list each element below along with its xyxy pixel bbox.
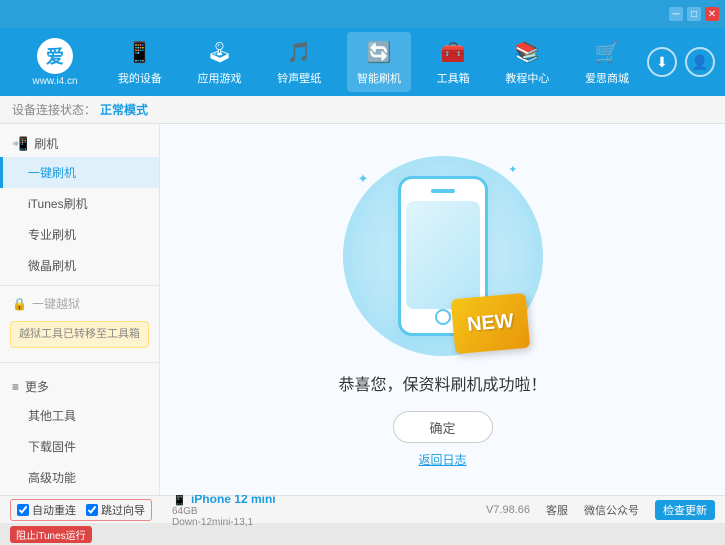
update-button[interactable]: 检查更新	[655, 500, 715, 520]
new-badge: NEW	[450, 293, 530, 354]
sidebar-pro[interactable]: 专业刷机	[0, 219, 159, 250]
logo-area: 爱 www.i4.cn	[10, 38, 100, 87]
sidebar: 📲 刷机 一键刷机 iTunes刷机 专业刷机 微晶刷机 🔒 一键越狱 越狱工具…	[0, 124, 160, 495]
sparkle-icon-2: ✦	[508, 163, 517, 176]
sidebar-itunes[interactable]: iTunes刷机	[0, 188, 159, 219]
service-link[interactable]: 客服	[546, 502, 568, 518]
brush-header: 📲 刷机	[0, 130, 159, 157]
skip-wizard-label: 跳过向导	[101, 502, 145, 518]
nav-ringtones[interactable]: 🎵 铃声壁纸	[267, 32, 331, 92]
apps-icon: 🕹	[206, 38, 234, 66]
toolbox-label: 工具箱	[437, 70, 470, 86]
itunes-status: 阻止iTunes运行	[10, 526, 92, 543]
nav-tutorial[interactable]: 📚 教程中心	[495, 32, 559, 92]
user-button[interactable]: 👤	[685, 47, 715, 77]
nav-items: 📱 我的设备 🕹 应用游戏 🎵 铃声壁纸 🔄 智能刷机 🧰 工具箱 📚 教程中心…	[100, 32, 647, 92]
my-device-icon: 📱	[126, 38, 154, 66]
confirm-button[interactable]: 确定	[393, 411, 493, 443]
new-badge-text: NEW	[466, 310, 514, 337]
bottom-bar: 自动重连 跳过向导 📱 iPhone 12 mini 64GB Down-12m…	[0, 495, 725, 523]
phone-screen	[406, 201, 480, 309]
my-device-label: 我的设备	[118, 70, 162, 86]
lock-icon: 🔒	[12, 297, 27, 311]
tutorial-icon: 📚	[513, 38, 541, 66]
store-label: 爱思商城	[585, 70, 629, 86]
more-header: ≡ 更多	[0, 373, 159, 400]
minimize-button[interactable]: ─	[669, 7, 683, 21]
nav-toolbox[interactable]: 🧰 工具箱	[427, 32, 480, 92]
jailbreak-label: 一键越狱	[32, 295, 80, 312]
sidebar-jailbreak: 🔒 一键越狱	[0, 290, 159, 317]
sidebar-note: 越狱工具已转移至工具箱	[10, 321, 149, 348]
device-version: Down-12mini-13,1	[172, 517, 276, 528]
bottom-status-bar: 阻止iTunes运行	[0, 523, 725, 545]
divider-2	[0, 362, 159, 363]
content-area: NEW ✦ ✦ 恭喜您，保资料刷机成功啦！ 确定 返回日志	[160, 124, 725, 495]
auto-reconnect-item: 自动重连	[17, 502, 76, 518]
smart-brush-icon: 🔄	[365, 38, 393, 66]
sidebar-unbrick[interactable]: 微晶刷机	[0, 250, 159, 281]
checkbox-area: 自动重连 跳过向导	[10, 499, 152, 521]
sparkle-icon-1: ✦	[358, 171, 369, 187]
version-text: V7.98.66	[486, 504, 530, 516]
more-label: 更多	[25, 378, 49, 395]
top-nav: 爱 www.i4.cn 📱 我的设备 🕹 应用游戏 🎵 铃声壁纸 🔄 智能刷机 …	[0, 28, 725, 96]
toolbox-icon: 🧰	[439, 38, 467, 66]
smart-brush-label: 智能刷机	[357, 70, 401, 86]
sidebar-other-tools[interactable]: 其他工具	[0, 400, 159, 431]
phone-speaker	[431, 189, 455, 193]
sidebar-one-click[interactable]: 一键刷机	[0, 157, 159, 188]
phone-home	[435, 309, 451, 325]
close-button[interactable]: ✕	[705, 7, 719, 21]
sidebar-advanced[interactable]: 高级功能	[0, 462, 159, 493]
maximize-button[interactable]: □	[687, 7, 701, 21]
ringtones-icon: 🎵	[285, 38, 313, 66]
divider-1	[0, 285, 159, 286]
back-link[interactable]: 返回日志	[418, 451, 466, 468]
sidebar-download-firmware[interactable]: 下载固件	[0, 431, 159, 462]
status-bar: 设备连接状态： 正常模式	[0, 96, 725, 124]
status-value: 正常模式	[100, 101, 148, 118]
auto-reconnect-checkbox[interactable]	[17, 504, 29, 516]
auto-reconnect-label: 自动重连	[32, 502, 76, 518]
title-bar: ─ □ ✕	[0, 0, 725, 28]
wechat-link[interactable]: 微信公众号	[584, 502, 639, 518]
success-message: 恭喜您，保资料刷机成功啦！	[338, 371, 546, 395]
illustration: NEW ✦ ✦	[333, 151, 553, 361]
brush-section: 📲 刷机 一键刷机 iTunes刷机 专业刷机 微晶刷机 🔒 一键越狱 越狱工具…	[0, 124, 159, 358]
menu-icon: ≡	[12, 380, 19, 394]
logo-text: www.i4.cn	[32, 76, 77, 87]
brush-header-label: 刷机	[34, 135, 58, 152]
nav-my-device[interactable]: 📱 我的设备	[108, 32, 172, 92]
tutorial-label: 教程中心	[505, 70, 549, 86]
apps-label: 应用游戏	[198, 70, 242, 86]
device-storage: 64GB	[172, 506, 276, 517]
more-section: ≡ 更多 其他工具 下载固件 高级功能	[0, 367, 159, 495]
nav-smart-brush[interactable]: 🔄 智能刷机	[347, 32, 411, 92]
stop-itunes-button[interactable]: 阻止iTunes运行	[10, 526, 92, 543]
skip-wizard-item: 跳过向导	[86, 502, 145, 518]
main-layout: 📲 刷机 一键刷机 iTunes刷机 专业刷机 微晶刷机 🔒 一键越狱 越狱工具…	[0, 124, 725, 495]
ringtones-label: 铃声壁纸	[277, 70, 321, 86]
bottom-right: V7.98.66 客服 微信公众号 检查更新	[486, 500, 715, 520]
nav-store[interactable]: 🛒 爱思商城	[575, 32, 639, 92]
nav-right: ⬇ 👤	[647, 47, 715, 77]
download-button[interactable]: ⬇	[647, 47, 677, 77]
store-icon: 🛒	[593, 38, 621, 66]
nav-apps-games[interactable]: 🕹 应用游戏	[188, 32, 252, 92]
brush-icon: 📲	[12, 136, 28, 152]
device-info: 📱 iPhone 12 mini 64GB Down-12mini-13,1	[172, 492, 276, 528]
skip-wizard-checkbox[interactable]	[86, 504, 98, 516]
status-label: 设备连接状态：	[12, 101, 96, 118]
logo-icon: 爱	[37, 38, 73, 74]
